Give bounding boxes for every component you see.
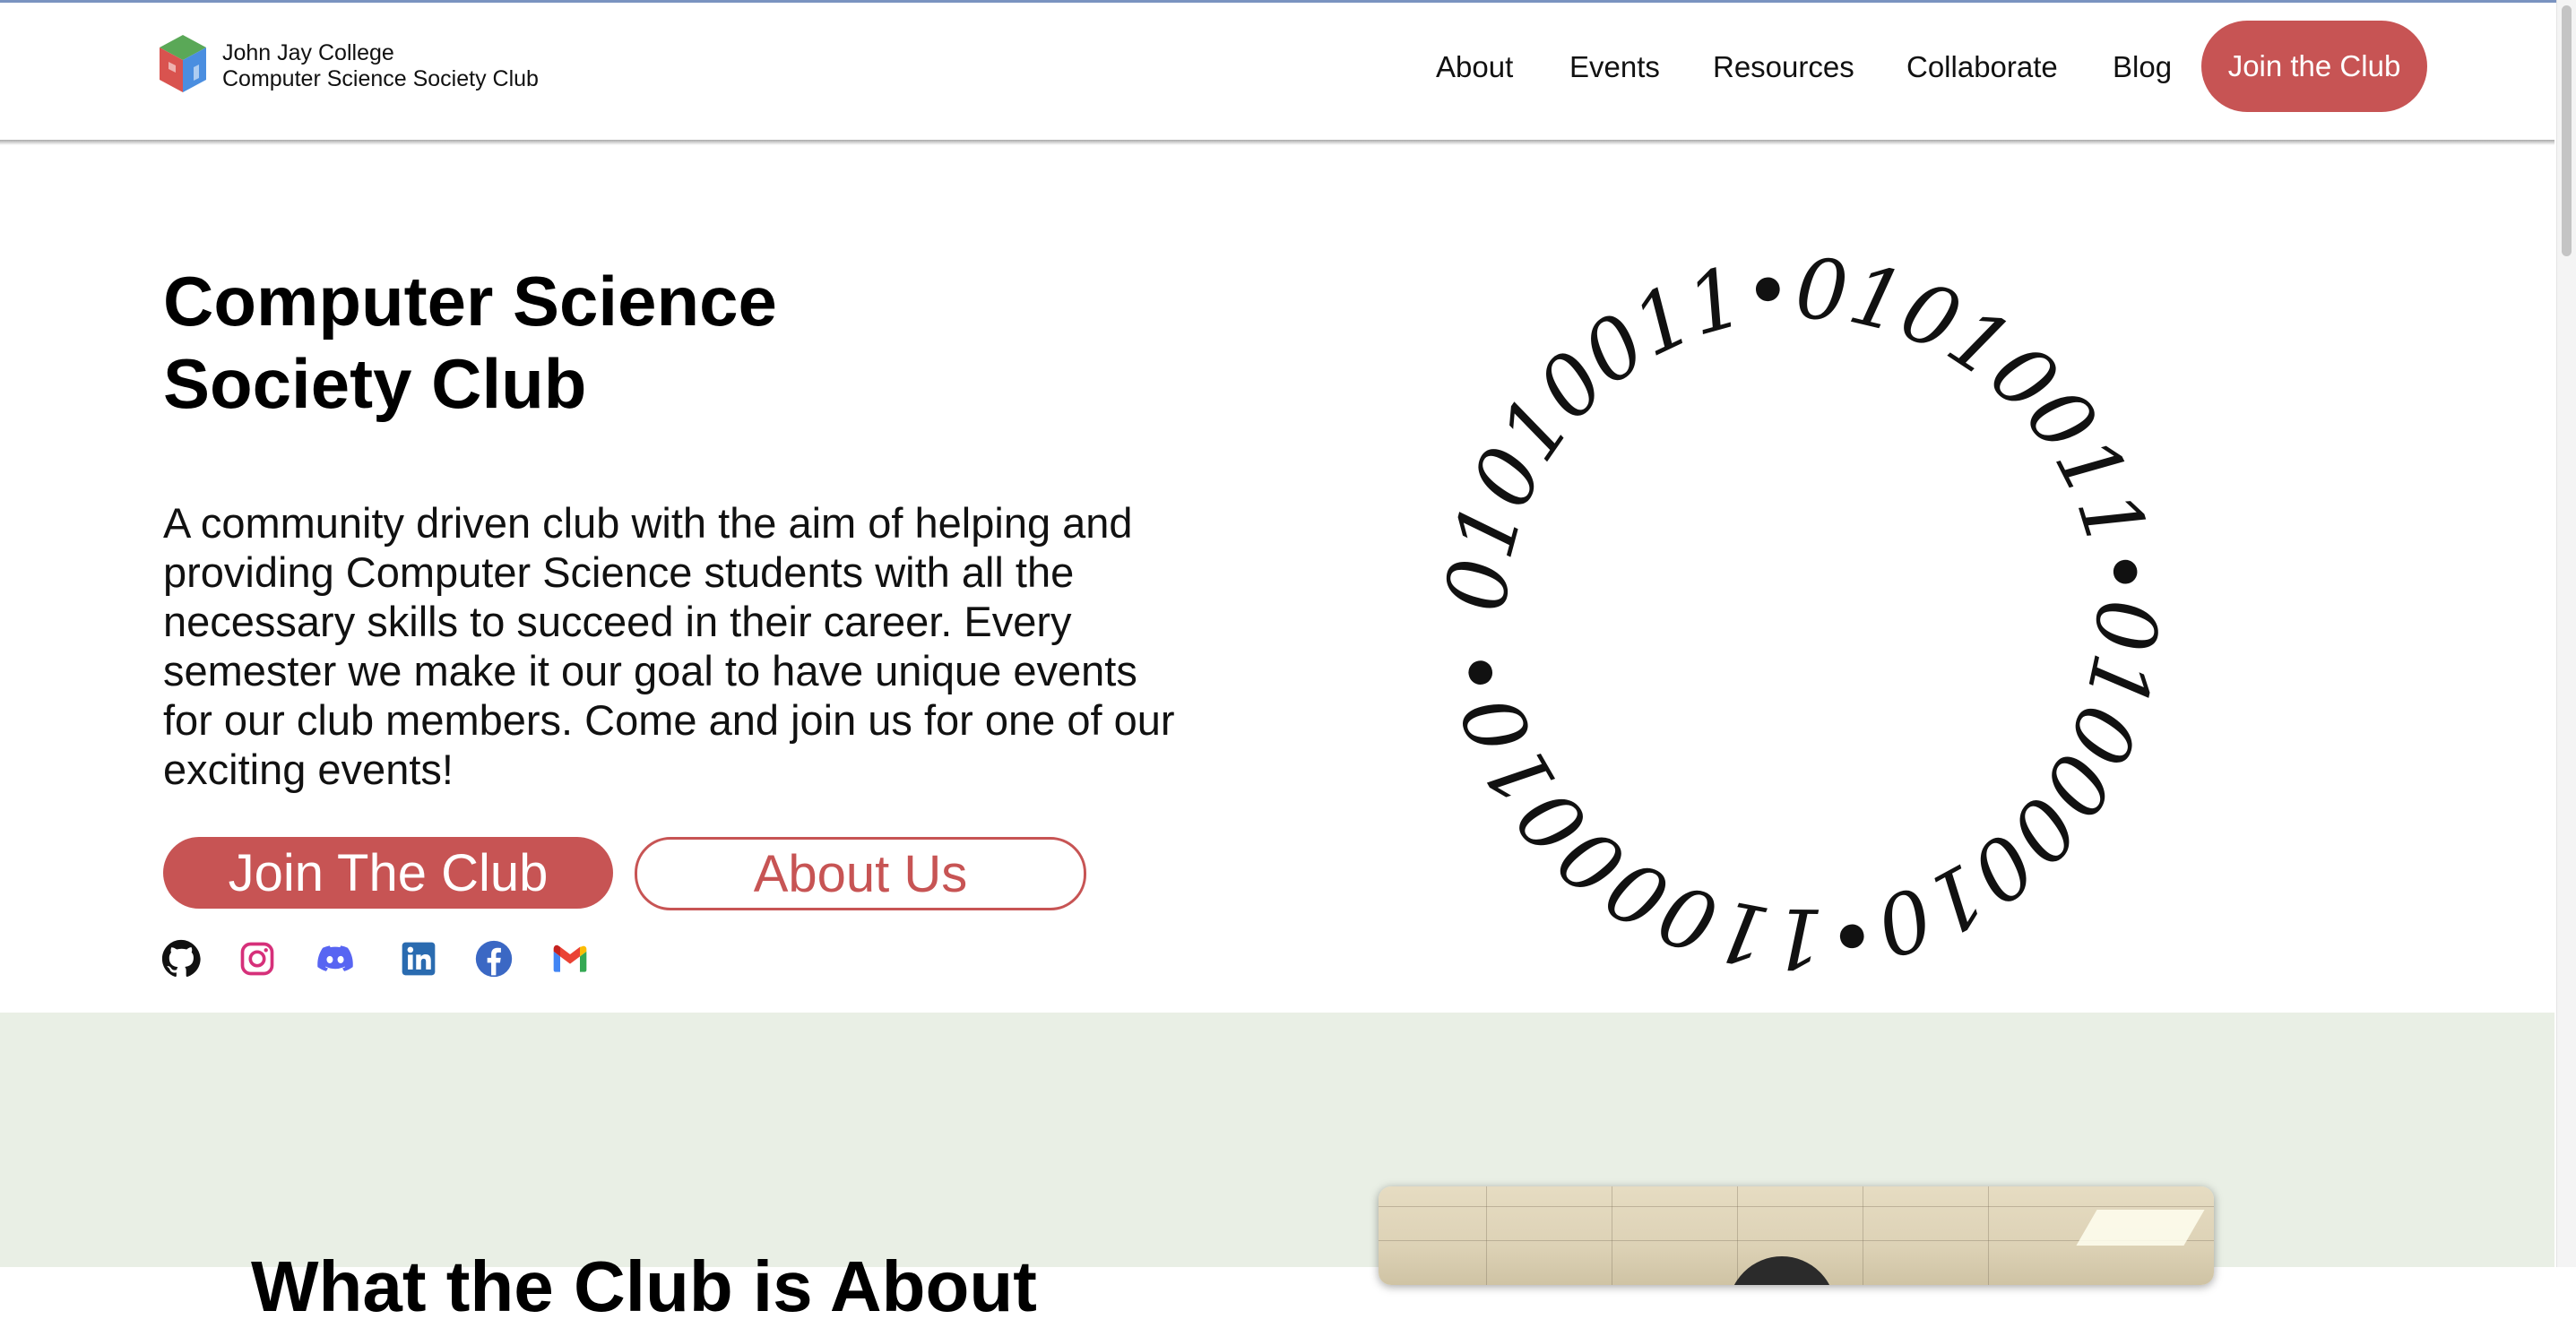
linkedin-icon[interactable]: [399, 939, 438, 979]
nav-events[interactable]: Events: [1569, 50, 1660, 84]
nav-about[interactable]: About: [1436, 50, 1513, 84]
gmail-icon[interactable]: [550, 939, 590, 979]
nav-join-button[interactable]: Join the Club: [2201, 21, 2427, 112]
brand-line-club: Computer Science Society Club: [222, 66, 539, 91]
binary-ring-text: 01010011•01010011•01000010•11000010•: [1429, 241, 2174, 986]
brand-line-college: John Jay College: [222, 40, 394, 65]
club-logo-icon[interactable]: [158, 33, 208, 96]
hero-title-line-2: Society Club: [163, 344, 587, 423]
hero-title-line-1: Computer Science: [163, 262, 777, 341]
nav-blog[interactable]: Blog: [2113, 50, 2172, 84]
discord-icon[interactable]: [316, 939, 355, 979]
hero-title: Computer Science Society Club: [163, 260, 777, 425]
binary-ring-graphic: 01010011•01010011•01000010•11000010•: [1429, 241, 2174, 986]
nav-resources[interactable]: Resources: [1713, 50, 1854, 84]
club-photo: [1379, 1186, 2214, 1285]
brand-name[interactable]: John Jay College Computer Science Societ…: [222, 40, 539, 92]
header-shadow: [0, 140, 2554, 145]
scrollbar-thumb[interactable]: [2562, 5, 2572, 256]
site-header: John Jay College Computer Science Societ…: [0, 3, 2554, 140]
about-us-button[interactable]: About Us: [635, 837, 1086, 910]
join-the-club-button[interactable]: Join The Club: [163, 837, 613, 909]
github-icon[interactable]: [161, 939, 201, 979]
instagram-icon[interactable]: [238, 939, 277, 979]
nav-collaborate[interactable]: Collaborate: [1906, 50, 2058, 84]
about-section-title: What the Club is About: [251, 1246, 1037, 1326]
svg-text:01010011•01010011•01000010•110: 01010011•01010011•01000010•11000010•: [1429, 241, 2174, 986]
hero-description: A community driven club with the aim of …: [163, 499, 1175, 793]
facebook-icon[interactable]: [474, 939, 514, 979]
